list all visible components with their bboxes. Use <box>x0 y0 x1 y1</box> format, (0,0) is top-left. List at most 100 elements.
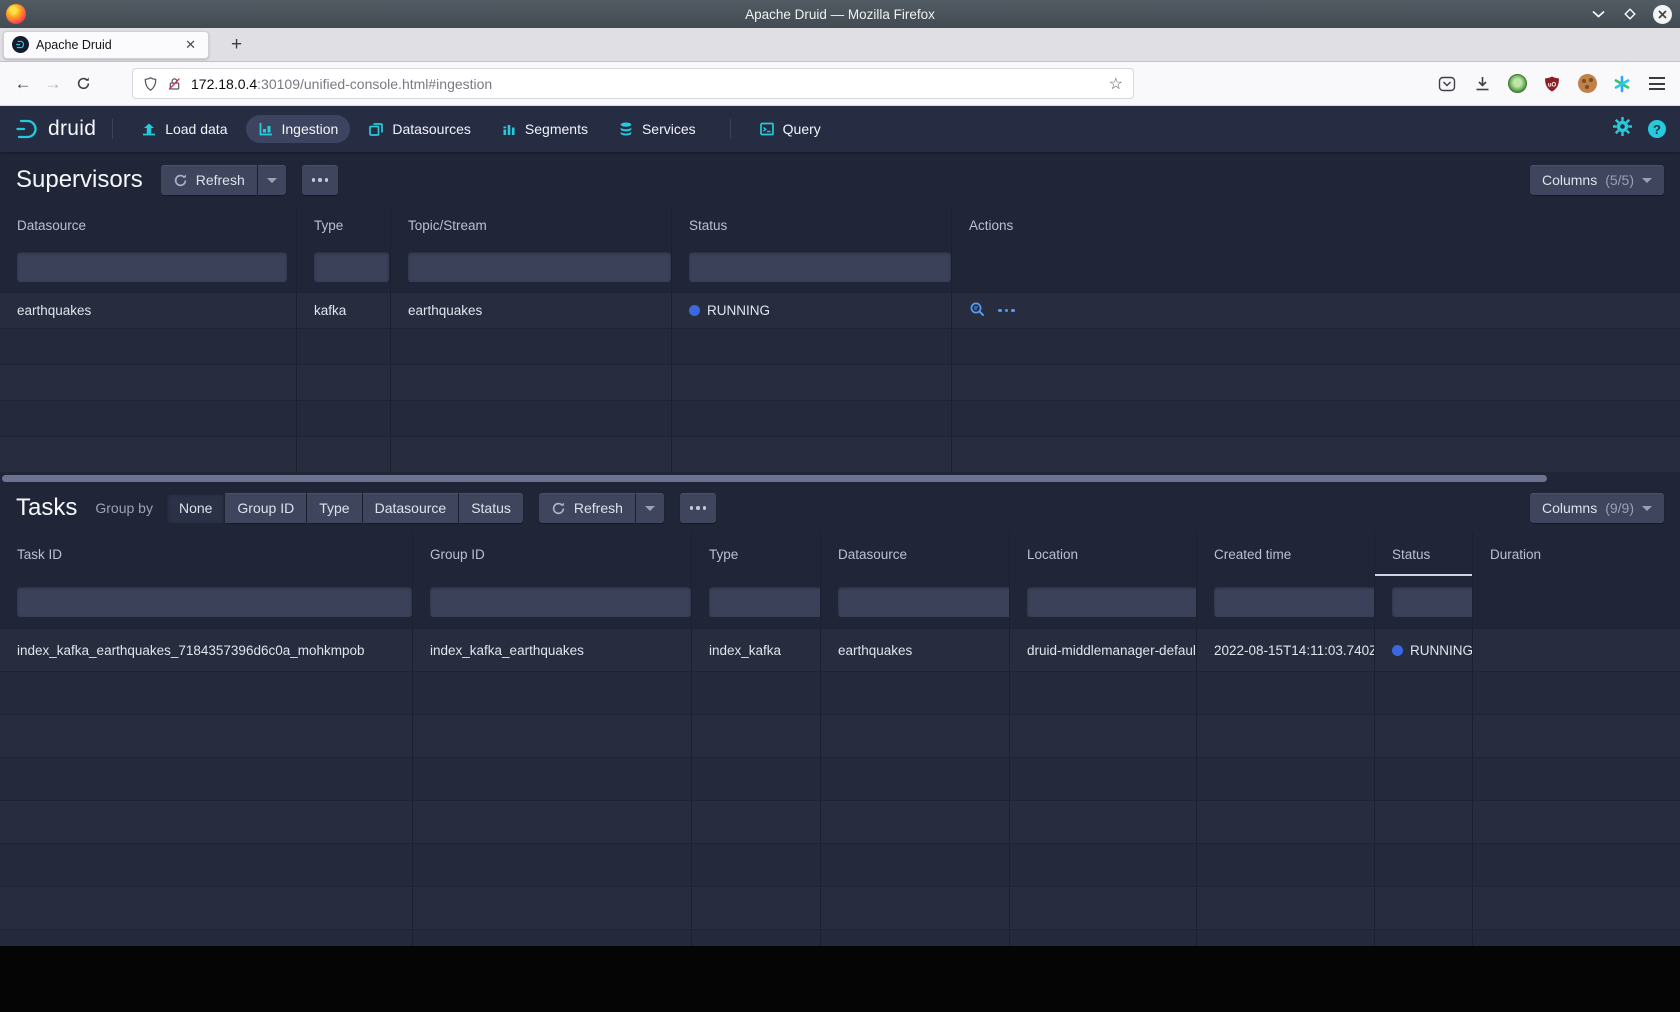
inspect-magnifier-icon[interactable] <box>969 301 986 321</box>
filter-datasource-input[interactable] <box>17 252 287 282</box>
group-by-status-button[interactable]: Status <box>459 493 523 523</box>
filter-status-input[interactable] <box>689 252 951 282</box>
druid-navbar: druid Load data Ingestion Datasources Se… <box>0 106 1680 152</box>
col-header-group-id[interactable]: Group ID <box>413 532 692 576</box>
supervisors-horizontal-scrollbar[interactable] <box>0 472 1680 484</box>
druid-brand-text: druid <box>48 117 96 141</box>
tasks-refresh-caret-button[interactable] <box>636 493 664 523</box>
nav-item-segments[interactable]: Segments <box>489 115 600 143</box>
filter-datasource-input[interactable] <box>838 587 1010 617</box>
nav-item-services[interactable]: Services <box>606 115 708 143</box>
druid-logo-icon <box>14 116 41 143</box>
running-dot-icon <box>1392 645 1403 656</box>
navbar-divider-2 <box>730 119 731 139</box>
ublock-extension-icon[interactable]: uO <box>1541 73 1563 95</box>
nav-item-datasources[interactable]: Datasources <box>356 115 483 143</box>
services-icon <box>618 121 634 137</box>
col-header-datasource[interactable]: Datasource <box>821 532 1010 576</box>
new-tab-button[interactable]: + <box>223 34 250 56</box>
col-header-datasource[interactable]: Datasource <box>0 208 297 242</box>
window-close-button[interactable] <box>1653 5 1672 24</box>
ingestion-icon <box>258 121 274 137</box>
group-by-label: Group by <box>95 500 153 516</box>
filter-task-id-input[interactable] <box>17 587 412 617</box>
cell-datasource: earthquakes <box>821 629 1010 671</box>
url-bar[interactable]: 172.18.0.4:30109/unified-console.html#in… <box>132 68 1134 99</box>
cell-datasource: earthquakes <box>0 293 297 328</box>
cell-type: kafka <box>297 293 391 328</box>
col-header-location[interactable]: Location <box>1010 532 1197 576</box>
col-header-duration[interactable]: Duration <box>1473 532 1680 576</box>
firefox-window: Apache Druid — Mozilla Firefox Apache Dr… <box>0 0 1680 946</box>
cell-group-id: index_kafka_earthquakes <box>413 629 692 671</box>
supervisors-more-button[interactable] <box>302 165 339 195</box>
nav-item-query[interactable]: Query <box>747 115 833 143</box>
filter-topic-input[interactable] <box>408 252 671 282</box>
filter-status-input[interactable] <box>1392 587 1473 617</box>
druid-logo[interactable]: druid <box>14 116 96 143</box>
tasks-header: Tasks Group by None Group ID Type Dataso… <box>0 484 1680 532</box>
filter-location-input[interactable] <box>1027 587 1197 617</box>
reload-button[interactable] <box>68 69 98 99</box>
empty-row <box>0 843 1680 886</box>
filter-type-input[interactable] <box>314 252 389 282</box>
downloads-icon[interactable] <box>1471 73 1493 95</box>
col-header-created-time[interactable]: Created time <box>1197 532 1375 576</box>
chevron-down-icon <box>1642 506 1652 511</box>
task-row[interactable]: index_kafka_earthquakes_7184357396d6c0a_… <box>0 628 1680 671</box>
navbar-divider <box>112 119 113 139</box>
browser-tab-apache-druid[interactable]: Apache Druid ✕ <box>3 31 209 59</box>
nav-item-load-data[interactable]: Load data <box>129 115 239 143</box>
insecure-lock-icon[interactable] <box>167 76 182 92</box>
tasks-title: Tasks <box>16 494 77 522</box>
tasks-columns-button[interactable]: Columns (9/9) <box>1530 493 1664 523</box>
cell-topic: earthquakes <box>391 293 672 328</box>
supervisors-header: Supervisors Refresh Columns (5/5) <box>0 152 1680 208</box>
tasks-refresh-button[interactable]: Refresh <box>539 493 635 523</box>
menu-icon[interactable] <box>1646 73 1668 95</box>
supervisors-columns-button[interactable]: Columns (5/5) <box>1530 165 1664 195</box>
nav-item-ingestion[interactable]: Ingestion <box>246 115 351 143</box>
col-header-type[interactable]: Type <box>692 532 821 576</box>
supervisors-filter-row <box>0 242 1680 292</box>
supervisors-rows: earthquakes kafka earthquakes RUNNING <box>0 292 1680 472</box>
group-by-datasource-button[interactable]: Datasource <box>363 493 459 523</box>
settings-gear-icon[interactable] <box>1613 117 1632 141</box>
col-header-status-sorted[interactable]: Status <box>1375 532 1473 576</box>
group-by-none-button[interactable]: None <box>167 493 224 523</box>
filter-created-time-input[interactable] <box>1214 587 1375 617</box>
forward-button[interactable]: → <box>38 69 68 99</box>
cookie-extension-icon[interactable] <box>1576 73 1598 95</box>
col-header-task-id[interactable]: Task ID <box>0 532 413 576</box>
colorful-extension-icon[interactable] <box>1611 73 1633 95</box>
cell-type: index_kafka <box>692 629 821 671</box>
col-header-status[interactable]: Status <box>672 208 952 242</box>
privacy-extension-icon[interactable] <box>1506 73 1528 95</box>
supervisors-refresh-caret-button[interactable] <box>258 165 286 195</box>
col-header-topic-stream[interactable]: Topic/Stream <box>391 208 672 242</box>
help-icon[interactable]: ? <box>1648 120 1666 138</box>
svg-text:uO: uO <box>1548 82 1557 88</box>
supervisors-refresh-button[interactable]: Refresh <box>161 165 257 195</box>
tab-close-icon[interactable]: ✕ <box>181 35 200 55</box>
row-more-icon[interactable] <box>998 309 1015 313</box>
group-by-group-id-button[interactable]: Group ID <box>225 493 306 523</box>
back-button[interactable]: ← <box>8 69 38 99</box>
refresh-icon <box>173 173 188 188</box>
scrollbar-thumb[interactable] <box>2 475 1547 482</box>
supervisor-row[interactable]: earthquakes kafka earthquakes RUNNING <box>0 292 1680 328</box>
url-text[interactable]: 172.18.0.4:30109/unified-console.html#in… <box>191 76 1101 92</box>
shield-icon[interactable] <box>143 76 158 92</box>
bookmark-star-icon[interactable]: ☆ <box>1109 74 1123 94</box>
filter-group-id-input[interactable] <box>430 587 691 617</box>
col-header-type[interactable]: Type <box>297 208 391 242</box>
window-minimize-button[interactable] <box>1589 5 1607 23</box>
pocket-icon[interactable] <box>1436 73 1458 95</box>
window-maximize-button[interactable] <box>1621 5 1639 23</box>
tasks-more-button[interactable] <box>680 493 717 523</box>
filter-type-input[interactable] <box>709 587 821 617</box>
cell-location: druid-middlemanager-defaul... <box>1010 629 1197 671</box>
empty-row <box>0 328 1680 364</box>
window-title: Apache Druid — Mozilla Firefox <box>0 7 1680 22</box>
group-by-type-button[interactable]: Type <box>307 493 361 523</box>
